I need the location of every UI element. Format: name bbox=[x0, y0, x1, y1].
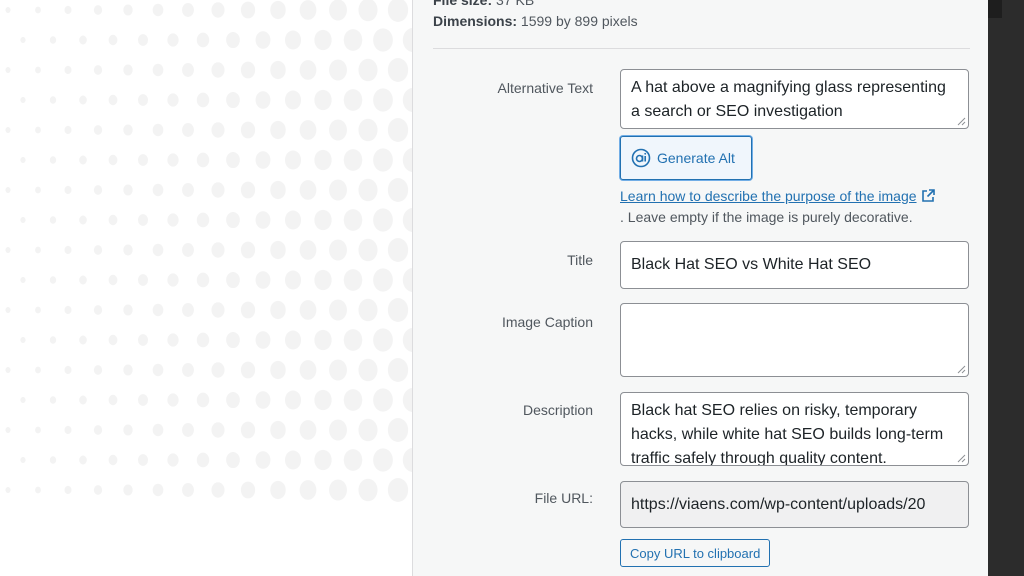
generate-alt-button[interactable]: Generate Alt bbox=[620, 136, 752, 180]
external-link-icon bbox=[921, 189, 935, 202]
alt-help-text: . Leave empty if the image is purely dec… bbox=[620, 209, 913, 225]
description-value: Black hat SEO relies on risky, temporary… bbox=[631, 402, 944, 466]
description-label: Description bbox=[522, 402, 593, 418]
alt-text-label: Alternative Text bbox=[497, 80, 593, 96]
alt-help-link-text: Learn how to describe the purpose of the… bbox=[620, 188, 917, 204]
copy-url-button[interactable]: Copy URL to clipboard bbox=[620, 539, 771, 567]
description-field[interactable]: Black hat SEO relies on risky, temporary… bbox=[620, 392, 969, 466]
title-label: Title bbox=[567, 252, 593, 268]
alt-text-value: A hat above a magnifying glass represent… bbox=[631, 79, 946, 120]
title-value: Black Hat SEO vs White Hat SEO bbox=[631, 256, 872, 273]
resize-grip-icon[interactable] bbox=[956, 116, 966, 126]
file-size-value: 37 KB bbox=[496, 0, 535, 8]
resize-grip-icon[interactable] bbox=[956, 364, 966, 374]
file-url-value: https://viaens.com/wp-content/uploads/20 bbox=[631, 496, 926, 513]
file-url-field[interactable]: https://viaens.com/wp-content/uploads/20 bbox=[620, 481, 969, 528]
attachment-details-panel: File size: 37 KB Dimensions: 1599 by 899… bbox=[412, 0, 988, 576]
resize-grip-icon[interactable] bbox=[956, 453, 966, 463]
title-field[interactable]: Black Hat SEO vs White Hat SEO bbox=[620, 241, 969, 289]
file-url-label: File URL: bbox=[534, 490, 593, 506]
halftone-pattern bbox=[5, 0, 412, 502]
caption-field[interactable] bbox=[620, 303, 969, 377]
alt-help-link[interactable]: Learn how to describe the purpose of the… bbox=[620, 188, 935, 204]
alt-text-field[interactable]: A hat above a magnifying glass represent… bbox=[620, 69, 969, 129]
file-size-label: File size: bbox=[433, 0, 493, 8]
dimensions-value: 1599 by 899 pixels bbox=[520, 13, 638, 29]
scrollbar-nub bbox=[988, 0, 1002, 18]
generate-alt-label: Generate Alt bbox=[657, 150, 735, 166]
file-size-row: File size: 37 KB bbox=[433, 0, 534, 8]
ai-icon bbox=[631, 148, 651, 168]
copy-url-label: Copy URL to clipboard bbox=[630, 545, 761, 561]
divider bbox=[433, 48, 970, 49]
caption-label: Image Caption bbox=[501, 314, 593, 330]
image-preview bbox=[0, 0, 412, 576]
dimensions-label: Dimensions: bbox=[433, 13, 518, 29]
dimensions-row: Dimensions: 1599 by 899 pixels bbox=[433, 13, 638, 29]
right-edge-frame bbox=[988, 0, 1024, 576]
